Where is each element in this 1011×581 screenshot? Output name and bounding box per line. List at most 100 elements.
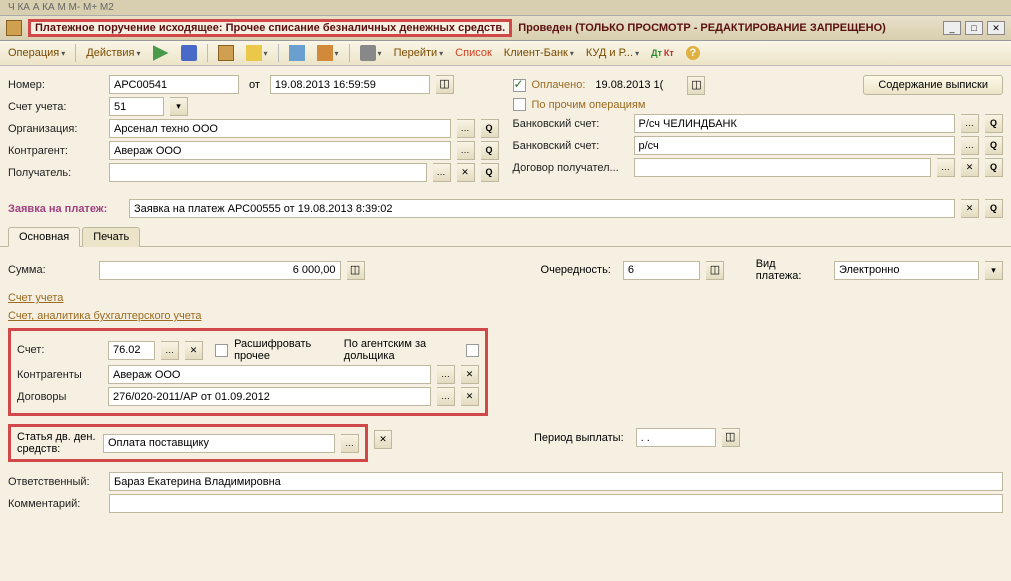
section-account-title: Счет учета [8,292,1003,304]
other-ops-label: По прочим операциям [532,99,646,111]
recipient-label: Получатель: [8,167,103,179]
sum-field[interactable]: 6 000,00 [99,261,341,280]
tb-check-icon[interactable]: ▾ [242,43,272,63]
order-field[interactable]: 6 [623,261,701,280]
account-label: Счет учета: [8,101,103,113]
counter-select-button[interactable]: … [457,141,475,160]
cashflow-clear-button[interactable]: ✕ [374,430,392,449]
responsible-label: Ответственный: [8,476,103,488]
other-ops-checkbox[interactable] [513,98,526,111]
paid-date: 19.08.2013 1( [591,76,681,95]
counter2-field[interactable]: Авераж ООО [108,365,431,384]
contracts-select-button[interactable]: … [437,387,455,406]
acc-select-button[interactable]: … [161,341,179,360]
minimize-button[interactable]: _ [943,21,961,35]
tb-save-icon[interactable] [177,43,201,63]
payperiod-picker[interactable]: ◫ [722,428,740,447]
counter2-clear-button[interactable]: ✕ [461,365,479,384]
window-titlebar: Платежное поручение исходящее: Прочее сп… [0,16,1011,41]
bank2-search-button[interactable]: Q [985,136,1003,155]
tb-play-icon[interactable] [149,43,173,63]
date-field[interactable]: 19.08.2013 16:59:59 [270,75,430,94]
account-field[interactable]: 51 [109,97,164,116]
maximize-button[interactable]: □ [965,21,983,35]
recipient-clear-button[interactable]: ✕ [457,163,475,182]
paid-date-picker[interactable]: ◫ [687,76,705,95]
recipient-search-button[interactable]: Q [481,163,499,182]
agent-checkbox[interactable] [466,344,479,357]
org-select-button[interactable]: … [457,119,475,138]
toolbar: Операция▾ Действия▾ ▾ ▾ ▾ Перейти▾ Списо… [0,41,1011,66]
bank2-label: Банковский счет: [513,140,628,152]
bank1-search-button[interactable]: Q [985,114,1003,133]
contract-recipient-field[interactable] [634,158,932,177]
payperiod-field[interactable]: . . [636,428,716,447]
order-label: Очередность: [541,264,611,276]
tb-help-icon[interactable]: ? [682,44,704,62]
comment-field[interactable] [109,494,1003,513]
recipient-select-button[interactable]: … [433,163,451,182]
actions-menu[interactable]: Действия▾ [82,45,144,61]
cashflow-highlight: Статья дв. ден. средств: Оплата поставщи… [8,424,368,462]
tb-dtkt-icon[interactable]: ДтКт [647,46,678,60]
bank1-select-button[interactable]: … [961,114,979,133]
request-field[interactable]: Заявка на платеж АРС00555 от 19.08.2013 … [129,199,955,218]
order-calc-button[interactable]: ◫ [706,261,724,280]
request-search-button[interactable]: Q [985,199,1003,218]
counter-field[interactable]: Авераж ООО [109,141,451,160]
contract-recipient-search[interactable]: Q [985,158,1003,177]
list-link[interactable]: Список [451,45,496,61]
tb-structure-icon[interactable]: ▾ [313,43,343,63]
tb-print-icon[interactable]: ▾ [356,43,386,63]
bank1-field[interactable]: Р/сч ЧЕЛИНДБАНК [634,114,956,133]
cashflow-select-button[interactable]: … [341,434,359,453]
clientbank-menu[interactable]: Клиент-Банк▾ [500,45,578,61]
date-picker-button[interactable]: ◫ [436,75,454,94]
bank2-field[interactable]: р/сч [634,136,956,155]
tab-bar: Основная Печать [0,226,1011,247]
counter-search-button[interactable]: Q [481,141,499,160]
paytype-dropdown[interactable]: ▾ [985,261,1003,280]
cashflow-label: Статья дв. ден. средств: [17,431,97,455]
contract-recipient-select[interactable]: … [937,158,955,177]
paid-checkbox[interactable] [513,79,526,92]
agent-label: По агентским за дольщика [344,338,456,362]
paytype-field[interactable]: Электронно [834,261,979,280]
tab-print[interactable]: Печать [82,227,140,247]
analytics-link[interactable]: Счет, аналитика бухгалтерского учета [8,310,1003,322]
bank2-select-button[interactable]: … [961,136,979,155]
contract-recipient-clear[interactable]: ✕ [961,158,979,177]
acc-field[interactable]: 76.02 [108,341,155,360]
close-button[interactable]: ✕ [987,21,1005,35]
cashflow-field[interactable]: Оплата поставщику [103,434,335,453]
decode-label: Расшифровать прочее [234,338,330,362]
operation-menu[interactable]: Операция▾ [4,45,69,61]
goto-menu[interactable]: Перейти▾ [390,45,448,61]
tb-doc-icon[interactable] [214,43,238,63]
acc-clear-button[interactable]: ✕ [185,341,203,360]
payperiod-label: Период выплаты: [534,432,624,444]
org-field[interactable]: Арсенал техно ООО [109,119,451,138]
number-field[interactable]: АРС00541 [109,75,239,94]
tb-report-icon[interactable] [285,43,309,63]
account-dropdown[interactable]: ▾ [170,97,188,116]
contract-recipient-label: Договор получател... [513,162,628,174]
contracts-field[interactable]: 276/020-2011/АР от 01.09.2012 [108,387,431,406]
org-search-button[interactable]: Q [481,119,499,138]
window-icon [6,20,22,36]
from-label: от [249,79,260,91]
contracts-label: Договоры [17,391,102,403]
recipient-field[interactable] [109,163,427,182]
sum-calc-button[interactable]: ◫ [347,261,365,280]
tab-main[interactable]: Основная [8,227,80,247]
decode-checkbox[interactable] [215,344,228,357]
contracts-clear-button[interactable]: ✕ [461,387,479,406]
request-clear-button[interactable]: ✕ [961,199,979,218]
request-label: Заявка на платеж: [8,203,123,215]
statement-button[interactable]: Содержание выписки [863,75,1003,95]
top-system-menu: Ч КА А КА М М- М+ М2 [0,0,1011,16]
responsible-field[interactable]: Бараз Екатерина Владимировна [109,472,1003,491]
kud-menu[interactable]: КУД и Р...▾ [582,45,643,61]
number-label: Номер: [8,79,103,91]
counter2-select-button[interactable]: … [437,365,455,384]
